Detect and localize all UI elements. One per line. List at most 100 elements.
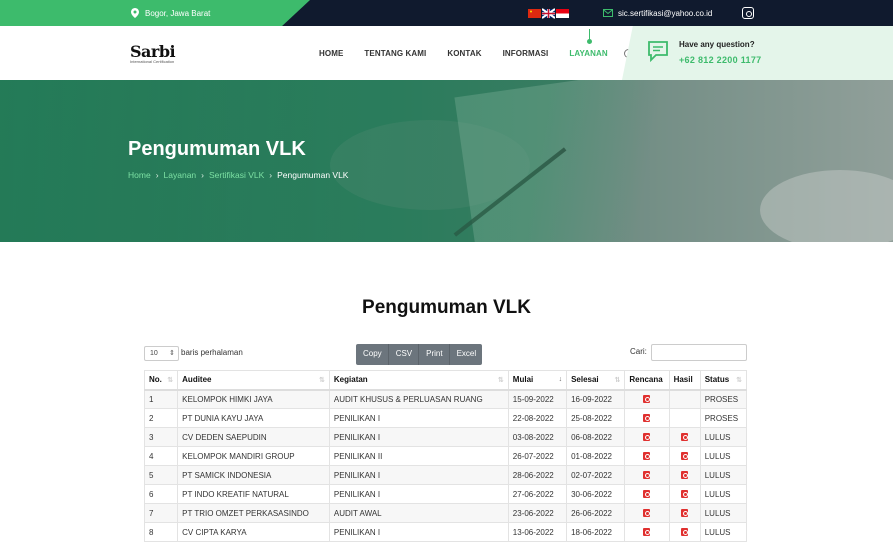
col-selesai[interactable]: Selesai ⇅	[566, 370, 626, 391]
hero-title: Pengumuman VLK	[128, 138, 306, 160]
cell-mulai: 15-09-2022	[507, 389, 568, 409]
cell-selesai: 02-07-2022	[566, 465, 626, 485]
location-info: Bogor, Jawa Barat	[0, 0, 310, 26]
col-status[interactable]: Status ⇅	[699, 370, 748, 391]
col-rencana: Rencana	[624, 370, 670, 391]
chevron-right-icon: ›	[201, 170, 204, 180]
map-pin-icon	[131, 8, 139, 18]
chat-icon	[648, 41, 668, 62]
cell-selesai: 25-08-2022	[566, 408, 626, 428]
page-hero: Pengumuman VLK Home › Layanan › Sertifik…	[0, 80, 893, 242]
print-button[interactable]: Print	[419, 344, 450, 365]
pdf-icon[interactable]	[643, 509, 651, 517]
search-label: Cari:	[630, 347, 647, 356]
cell-rencana	[624, 389, 670, 409]
nav-layanan[interactable]: LAYANAN	[569, 28, 608, 58]
pdf-icon[interactable]	[643, 452, 651, 460]
cell-rencana	[624, 408, 670, 428]
breadcrumb-sertifikasi-vlk[interactable]: Sertifikasi VLK	[209, 170, 264, 180]
cell-auditee: KELOMPOK MANDIRI GROUP	[177, 446, 330, 466]
nav-tentang-kami[interactable]: TENTANG KAMI	[364, 49, 426, 58]
email-info[interactable]: sic.sertifikasi@yahoo.co.id	[603, 0, 712, 26]
email-text: sic.sertifikasi@yahoo.co.id	[618, 8, 713, 18]
cell-kegiatan: PENILIKAN I	[328, 522, 509, 542]
instagram-icon[interactable]	[742, 7, 754, 19]
page-length-label: baris perhalaman	[181, 348, 243, 357]
cell-rencana	[624, 427, 670, 447]
pdf-icon[interactable]	[643, 528, 651, 536]
pdf-icon[interactable]	[643, 490, 651, 498]
breadcrumb-home[interactable]: Home	[128, 170, 151, 180]
cell-auditee: PT DUNIA KAYU JAYA	[177, 408, 330, 428]
uk-flag[interactable]	[542, 7, 555, 19]
pdf-icon[interactable]	[643, 433, 651, 441]
table-header-row: No. ⇅ Auditee ⇅ Kegiatan ⇅ Mulai ↓ Selesai ⇅ …	[143, 370, 748, 391]
cell-kegiatan: PENILIKAN I	[328, 465, 509, 485]
export-buttons: Copy CSV Print Excel	[356, 344, 483, 365]
cell-hasil	[668, 427, 701, 447]
search-input[interactable]	[651, 344, 747, 361]
table-row: 1 KELOMPOK HIMKI JAYA AUDIT KHUSUS & PERLU…	[143, 389, 748, 409]
cell-no: 5	[143, 465, 179, 485]
table-row: 4 KELOMPOK MANDIRI GROUP PENILIKAN II 26-07…	[143, 446, 748, 466]
cell-selesai: 30-06-2022	[566, 484, 626, 504]
excel-button[interactable]: Excel	[449, 344, 483, 365]
cell-auditee: CV DEDEN SAEPUDIN	[177, 427, 330, 447]
nav-home[interactable]: HOME	[319, 49, 343, 58]
cell-rencana	[624, 522, 670, 542]
pdf-icon[interactable]	[643, 395, 651, 404]
cell-mulai: 27-06-2022	[507, 484, 568, 504]
pdf-icon[interactable]	[643, 471, 651, 479]
vlk-table: No. ⇅ Auditee ⇅ Kegiatan ⇅ Mulai ↓ Selesai ⇅ …	[143, 370, 748, 542]
phone-number[interactable]: +62 812 2200 1177	[679, 55, 761, 65]
pdf-icon[interactable]	[681, 490, 689, 498]
page-length-select[interactable]: 10	[144, 346, 179, 361]
cell-status: PROSES	[699, 389, 748, 409]
pdf-icon[interactable]	[681, 452, 689, 460]
cell-mulai: 22-08-2022	[507, 408, 568, 428]
china-flag[interactable]	[528, 7, 541, 19]
cell-selesai: 06-08-2022	[566, 427, 626, 447]
pdf-icon[interactable]	[681, 509, 689, 517]
col-auditee[interactable]: Auditee ⇅	[177, 370, 330, 391]
table-controls: 10 baris perhalaman Copy CSV Print Excel…	[144, 344, 747, 365]
cell-kegiatan: AUDIT AWAL	[328, 503, 509, 523]
indonesia-flag[interactable]	[556, 7, 569, 19]
cell-rencana	[624, 503, 670, 523]
cell-rencana	[624, 446, 670, 466]
pdf-icon[interactable]	[681, 528, 689, 536]
breadcrumb-layanan[interactable]: Layanan	[164, 170, 197, 180]
table-row: 6 PT INDO KREATIF NATURAL PENILIKAN I 27-06…	[143, 484, 748, 504]
breadcrumb-current: Pengumuman VLK	[277, 170, 349, 180]
cell-no: 2	[143, 408, 179, 428]
col-mulai[interactable]: Mulai ↓	[507, 370, 568, 391]
col-no[interactable]: No. ⇅	[143, 370, 179, 391]
table-row: 7 PT TRIO OMZET PERKASASINDO AUDIT AWAL 23-…	[143, 503, 748, 523]
cell-kegiatan: PENILIKAN II	[328, 446, 509, 466]
cell-status: PROSES	[699, 408, 748, 428]
breadcrumb: Home › Layanan › Sertifikasi VLK › Pengu…	[128, 170, 348, 180]
cell-rencana	[624, 465, 670, 485]
table-body: 1 KELOMPOK HIMKI JAYA AUDIT KHUSUS & PERLU…	[143, 389, 748, 542]
cell-auditee: PT TRIO OMZET PERKASASINDO	[177, 503, 330, 523]
page-title: Pengumuman VLK	[362, 297, 531, 318]
site-logo[interactable]: Sarbi International Certification	[130, 42, 176, 64]
nav-kontak[interactable]: KONTAK	[447, 49, 481, 58]
cell-auditee: KELOMPOK HIMKI JAYA	[177, 389, 330, 409]
mail-icon	[603, 9, 613, 17]
table-row: 8 CV CIPTA KARYA PENILIKAN I 13-06-2022 18-0…	[143, 522, 748, 542]
table-row: 2 PT DUNIA KAYU JAYA PENILIKAN I 22-08-2022…	[143, 408, 748, 428]
cell-mulai: 13-06-2022	[507, 522, 568, 542]
cell-status: LULUS	[699, 427, 748, 447]
copy-button[interactable]: Copy	[356, 344, 389, 365]
cell-hasil	[668, 408, 701, 428]
chevron-right-icon: ›	[269, 170, 273, 180]
cell-hasil	[668, 484, 701, 504]
pdf-icon[interactable]	[643, 414, 651, 422]
pdf-icon[interactable]	[681, 433, 689, 441]
cell-status: LULUS	[699, 446, 748, 466]
pdf-icon[interactable]	[681, 471, 689, 479]
col-kegiatan[interactable]: Kegiatan ⇅	[328, 370, 509, 391]
nav-informasi[interactable]: INFORMASI	[503, 49, 549, 58]
csv-button[interactable]: CSV	[388, 344, 420, 365]
